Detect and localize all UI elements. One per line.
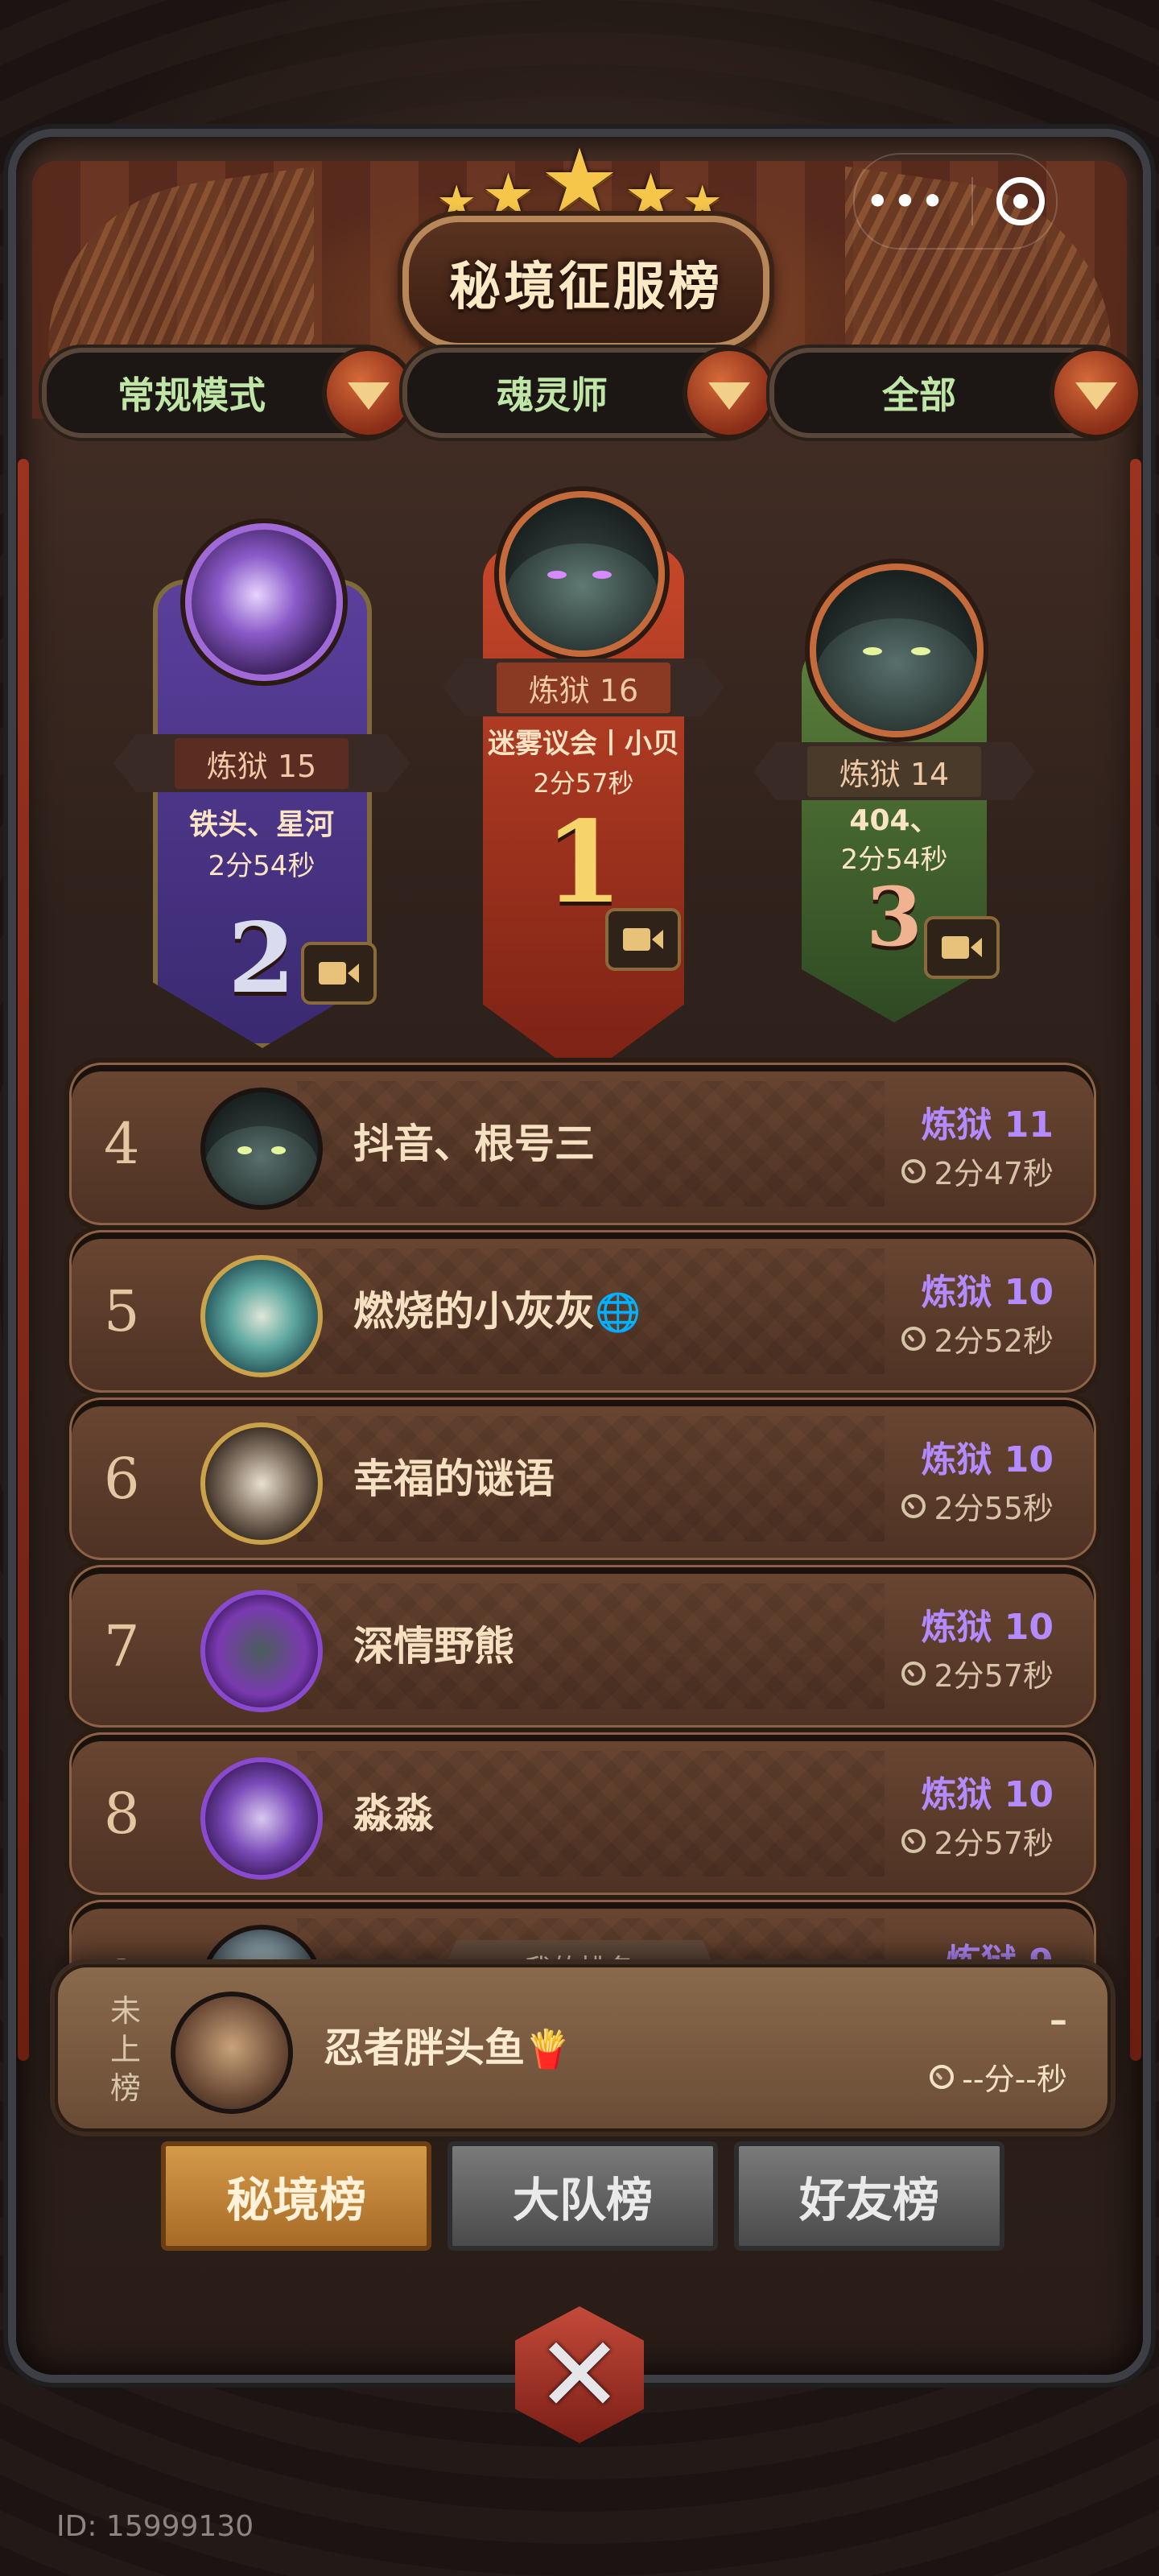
player-name: 铁头、星河 (188, 808, 334, 841)
filter-class[interactable]: 魂灵师 (402, 346, 776, 440)
level-label: 炼狱 10 (921, 1607, 1054, 1648)
clock-icon (930, 2064, 955, 2089)
fries-icon: 🍟 (525, 2027, 571, 2070)
close-target-icon[interactable] (996, 177, 1045, 225)
video-camera-icon (942, 936, 982, 959)
list-item[interactable]: 8 淼淼 炼狱 10 2分57秒 (69, 1732, 1096, 1895)
player-name: 抖音、根号三 (353, 1121, 595, 1167)
player-name: 深情野熊 (353, 1623, 514, 1670)
player-name: 忍者胖头鱼🍟 (324, 1967, 571, 2128)
rank-number: 6 (104, 1446, 140, 1512)
time-value: 2分57秒 (934, 1826, 1054, 1861)
more-menu-icon[interactable]: ••• (866, 181, 948, 222)
star-rating: ★ ★ ★ ★ ★ (427, 137, 732, 225)
player-time: 2分57秒 (533, 768, 634, 799)
tab-friends-board[interactable]: 好友榜 (734, 2141, 1004, 2251)
video-replay-button[interactable] (301, 942, 377, 1005)
close-icon: ✕ (515, 2306, 644, 2443)
level-ribbon: 炼狱 16 (443, 658, 724, 716)
star-icon: ★ (539, 130, 620, 233)
time-value: 2分57秒 (934, 1658, 1054, 1694)
page-title: 秘境征服榜 (449, 258, 723, 317)
level-ribbon: 炼狱 15 (113, 734, 410, 792)
tab-realm-board[interactable]: 秘境榜 (161, 2141, 431, 2251)
time-value: 2分52秒 (934, 1323, 1054, 1359)
player-name: 404、 (849, 804, 939, 837)
left-side-bar (18, 459, 29, 2061)
player-name: 燃烧的小灰灰🌐 (353, 1232, 641, 1390)
level-label: 炼狱 10 (921, 1774, 1054, 1815)
clear-time: 2分52秒 (901, 1316, 1054, 1360)
level-label: 炼狱 10 (921, 1272, 1054, 1313)
video-camera-icon (623, 928, 663, 951)
avatar (200, 1255, 323, 1377)
title-plate: 秘境征服榜 (402, 216, 769, 349)
list-item[interactable]: 7 深情野熊 炼狱 10 2分57秒 (69, 1565, 1096, 1728)
level-label: 炼狱 10 (921, 1439, 1054, 1480)
level-label: 炼狱 15 (174, 737, 349, 789)
player-name: 幸福的谜语 (353, 1455, 555, 1502)
my-rank-panel[interactable]: 未上榜 忍者胖头鱼🍟 – --分--秒 (55, 1964, 1111, 2132)
video-replay-button[interactable] (605, 908, 681, 971)
avatar (200, 1088, 323, 1210)
rank-number: 4 (104, 1111, 140, 1177)
player-name: 淼淼 (353, 1790, 434, 1837)
level-label: 炼狱 14 (806, 745, 982, 797)
clock-icon (901, 1828, 926, 1853)
avatar (499, 491, 665, 657)
clock-icon (901, 1158, 926, 1183)
podium-first[interactable]: 炼狱 16 迷雾议会丨小贝 2分57秒 1 (443, 491, 724, 1087)
right-side-bar (1130, 459, 1141, 2061)
clock-icon (901, 1661, 926, 1686)
tab-squad-board[interactable]: 大队榜 (448, 2141, 718, 2251)
clock-icon (901, 1493, 926, 1518)
clear-time: 2分55秒 (901, 1484, 1054, 1528)
capsule-divider (971, 177, 974, 225)
player-name-text: 燃烧的小灰灰 (353, 1288, 595, 1335)
close-button[interactable]: ✕ (499, 2294, 660, 2455)
level-label: 炼狱 16 (496, 662, 671, 713)
rank-number: 7 (104, 1613, 140, 1679)
globe-icon: 🌐 (595, 1290, 641, 1334)
avatar (200, 1757, 323, 1880)
avatar (185, 523, 343, 681)
video-replay-button[interactable] (924, 916, 1000, 979)
time-value: 2分47秒 (934, 1156, 1054, 1191)
filter-mode[interactable]: 常规模式 (42, 346, 415, 440)
mini-program-capsule: ••• (853, 153, 1058, 250)
clock-icon (901, 1326, 926, 1351)
level-label: – (1050, 2000, 1067, 2041)
player-name-text: 忍者胖头鱼 (324, 2025, 525, 2071)
dropdown-arrow-icon[interactable] (322, 346, 415, 440)
avatar (200, 1422, 323, 1545)
clear-time: 2分57秒 (901, 1818, 1054, 1863)
time-value: --分--秒 (962, 2062, 1067, 2097)
dropdown-arrow-icon[interactable] (683, 346, 776, 440)
avatar (200, 1590, 323, 1712)
rank-number: 5 (104, 1278, 140, 1344)
player-time: 2分54秒 (208, 850, 316, 882)
video-camera-icon (319, 962, 359, 985)
rank-number: 8 (104, 1781, 140, 1847)
unranked-status: 未上榜 (109, 1993, 141, 2106)
avatar (810, 564, 984, 737)
time-value: 2分55秒 (934, 1491, 1054, 1526)
level-ribbon: 炼狱 14 (753, 742, 1035, 800)
dropdown-arrow-icon[interactable] (1050, 346, 1143, 440)
avatar (171, 1992, 293, 2114)
clear-time: 2分47秒 (901, 1149, 1054, 1193)
list-item[interactable]: 5 燃烧的小灰灰🌐 炼狱 10 2分52秒 (69, 1230, 1096, 1393)
level-label: 炼狱 11 (921, 1104, 1054, 1146)
list-item[interactable]: 4 抖音、根号三 炼狱 11 2分47秒 (69, 1063, 1096, 1225)
clear-time: 2分57秒 (901, 1651, 1054, 1695)
player-name: 迷雾议会丨小贝 (488, 728, 679, 760)
list-item[interactable]: 6 幸福的谜语 炼狱 10 2分55秒 (69, 1397, 1096, 1560)
filter-scope[interactable]: 全部 (769, 346, 1143, 440)
user-id: ID: 15999130 (56, 2510, 254, 2543)
clear-time: --分--秒 (930, 2054, 1067, 2099)
